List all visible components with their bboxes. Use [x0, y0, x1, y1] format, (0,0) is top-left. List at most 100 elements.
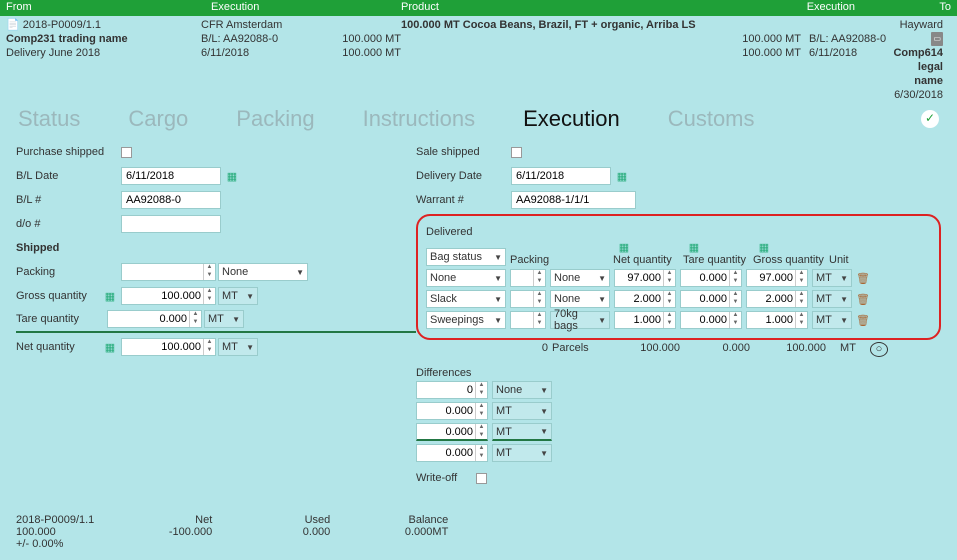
exec2-bl: B/L: AA92088-0: [809, 32, 891, 46]
diff-unit-select[interactable]: MT▼: [492, 444, 552, 462]
diff-row: ▲▼MT▼: [416, 402, 941, 420]
tab-cargo[interactable]: Cargo: [128, 106, 188, 132]
sale-shipped-label: Sale shipped: [416, 146, 511, 158]
delivered-heading: Delivered: [426, 226, 931, 238]
row-unit-select[interactable]: MT▼: [812, 311, 852, 329]
packing-type-select[interactable]: 70kg bags▼: [550, 311, 610, 329]
grid-icon[interactable]: ▦: [103, 340, 117, 354]
delivery-date-input[interactable]: [511, 167, 611, 185]
row-tare-input[interactable]: ▲▼: [680, 290, 742, 308]
delete-row-icon[interactable]: 🗑: [856, 271, 870, 285]
calendar-icon[interactable]: ▦: [615, 169, 629, 183]
to-legal: Comp614 legal name: [891, 46, 943, 88]
totals-tare: 0.000: [684, 342, 750, 357]
warrant-label: Warrant #: [416, 194, 511, 206]
diff-row: ▲▼MT▼: [416, 423, 941, 441]
calendar-icon[interactable]: ▦: [225, 169, 239, 183]
add-row-button[interactable]: ○: [870, 342, 888, 357]
grid-icon[interactable]: ▦: [687, 240, 701, 254]
delete-row-icon[interactable]: 🗑: [856, 313, 870, 327]
tab-status[interactable]: Status: [18, 106, 80, 132]
totals-parcels-count: 0: [508, 342, 548, 357]
diff-unit-select[interactable]: MT▼: [492, 402, 552, 420]
row-gross-input[interactable]: ▲▼: [746, 311, 808, 329]
diff-unit-select[interactable]: None▼: [492, 381, 552, 399]
bag-status-select[interactable]: Sweepings▼: [426, 311, 506, 329]
packing-count-input[interactable]: ▲▼: [510, 269, 546, 287]
gross-qty-input[interactable]: ▲▼: [121, 287, 216, 305]
to-date: 6/30/2018: [891, 88, 943, 102]
bag-status-select[interactable]: None▼: [426, 269, 506, 287]
tab-customs[interactable]: Customs: [668, 106, 755, 132]
exec1-qty2: 100.000 MT: [326, 46, 401, 60]
bl-date-input[interactable]: [121, 167, 221, 185]
exec2-date: 6/11/2018: [809, 46, 891, 60]
footer-summary: 2018-P0009/1.1 100.000 +/- 0.00% Net -10…: [16, 514, 448, 550]
net-qty-input[interactable]: ▲▼: [121, 338, 216, 356]
packing-type-select[interactable]: None▼: [550, 290, 610, 308]
sale-shipped-checkbox[interactable]: [511, 147, 522, 158]
top-header: From Execution Product Execution To: [0, 0, 957, 16]
diff-value-input[interactable]: ▲▼: [416, 402, 488, 420]
delivered-section: Delivered Bag status▼ Packing ▦Net quant…: [416, 214, 941, 340]
contract-ref[interactable]: 2018-P0009/1.1: [23, 19, 101, 31]
row-tare-input[interactable]: ▲▼: [680, 269, 742, 287]
packing-qty-input[interactable]: ▲▼: [121, 263, 216, 281]
row-unit-select[interactable]: MT▼: [812, 269, 852, 287]
warrant-input[interactable]: [511, 191, 636, 209]
exec1-terms: CFR Amsterdam: [201, 18, 326, 32]
packing-count-input[interactable]: ▲▼: [510, 290, 546, 308]
tab-packing[interactable]: Packing: [236, 106, 314, 132]
grid-icon[interactable]: ▦: [617, 240, 631, 254]
tare-qty-label: Tare quantity: [16, 313, 121, 325]
header-to-label: To: [861, 0, 957, 16]
packing-select[interactable]: None▼: [218, 263, 308, 281]
delete-row-icon[interactable]: 🗑: [856, 292, 870, 306]
bl-no-input[interactable]: [121, 191, 221, 209]
packing-count-input[interactable]: ▲▼: [510, 311, 546, 329]
diff-value-input[interactable]: ▲▼: [416, 381, 488, 399]
net-head: Net quantity: [613, 254, 672, 266]
tare-qty-input[interactable]: ▲▼: [107, 310, 202, 328]
row-unit-select[interactable]: MT▼: [812, 290, 852, 308]
delivered-totals: 0 Parcels 100.000 0.000 100.000 MT ○: [416, 340, 941, 359]
totals-parcels-label: Parcels: [552, 342, 610, 357]
header-execution1-label: Execution: [205, 0, 395, 16]
bl-date-label: B/L Date: [16, 170, 121, 182]
footer-qty: 100.000: [16, 526, 94, 538]
do-input[interactable]: [121, 215, 221, 233]
packing-type-select[interactable]: None▼: [550, 269, 610, 287]
row-tare-input[interactable]: ▲▼: [680, 311, 742, 329]
writeoff-label: Write-off: [416, 472, 476, 484]
delivered-row: Slack▼▲▼None▼▲▼▲▼▲▼MT▼🗑: [426, 290, 931, 308]
doc-icon: 📄: [6, 19, 20, 31]
tab-instructions[interactable]: Instructions: [363, 106, 476, 132]
status-ok-icon[interactable]: ✓: [921, 110, 939, 128]
shipped-label: Shipped: [16, 242, 121, 254]
row-net-input[interactable]: ▲▼: [614, 269, 676, 287]
gross-qty-unit[interactable]: MT▼: [218, 287, 258, 305]
row-net-input[interactable]: ▲▼: [614, 311, 676, 329]
row-gross-input[interactable]: ▲▼: [746, 269, 808, 287]
bag-status-filter[interactable]: Bag status▼: [426, 248, 506, 266]
grid-icon[interactable]: ▦: [103, 289, 117, 303]
bag-status-select[interactable]: Slack▼: [426, 290, 506, 308]
grid-icon[interactable]: ▦: [757, 240, 771, 254]
right-panel: Sale shipped Delivery Date▦ Warrant # De…: [416, 142, 941, 492]
diff-unit-select[interactable]: MT▼: [492, 423, 552, 441]
footer-ref: 2018-P0009/1.1: [16, 514, 94, 526]
row-gross-input[interactable]: ▲▼: [746, 290, 808, 308]
delivered-row: Sweepings▼▲▼70kg bags▼▲▼▲▼▲▼MT▼🗑: [426, 311, 931, 329]
exec1-qty1: 100.000 MT: [326, 32, 401, 46]
tare-qty-unit[interactable]: MT▼: [204, 310, 244, 328]
purchase-shipped-checkbox[interactable]: [121, 147, 132, 158]
net-qty-unit[interactable]: MT▼: [218, 338, 258, 356]
tab-execution[interactable]: Execution: [523, 106, 620, 132]
writeoff-checkbox[interactable]: [476, 473, 487, 484]
row-net-input[interactable]: ▲▼: [614, 290, 676, 308]
header-from-label: From: [0, 0, 205, 16]
tab-bar: Status Cargo Packing Instructions Execut…: [0, 102, 957, 142]
diff-value-input[interactable]: ▲▼: [416, 423, 488, 441]
diff-value-input[interactable]: ▲▼: [416, 444, 488, 462]
exec1-date: 6/11/2018: [201, 46, 326, 60]
